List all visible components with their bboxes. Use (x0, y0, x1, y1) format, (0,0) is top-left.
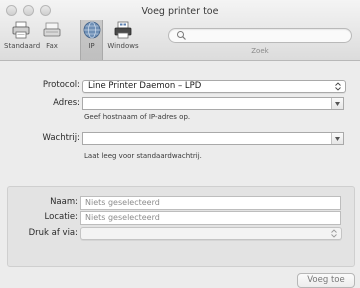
queue-hint: Laat leeg voor standaardwachtrij. (84, 152, 202, 160)
window-title: Voeg printer toe (141, 6, 219, 17)
toolbar-label: Windows (107, 42, 139, 50)
toolbar-item-ip[interactable]: IP (80, 20, 103, 60)
driver-label: Druk af via: (28, 228, 78, 238)
search-label: Zoek (251, 47, 269, 55)
queue-label: Wachtrij: (42, 133, 80, 143)
search-icon (177, 31, 186, 40)
address-hint: Geef hostnaam of IP-adres op. (84, 113, 191, 121)
queue-input[interactable] (85, 133, 329, 144)
toolbar-item-fax[interactable]: Fax (40, 20, 64, 60)
add-printer-window: Voeg printer toe Standaard Fax IP Window… (0, 0, 360, 288)
updown-arrows-icon (331, 229, 337, 238)
toolbar-item-windows[interactable]: Windows (106, 20, 140, 60)
queue-dropdown-button[interactable] (331, 133, 343, 144)
address-dropdown-button[interactable] (331, 98, 343, 109)
updown-arrows-icon (335, 82, 341, 91)
address-combobox[interactable] (82, 97, 344, 110)
fax-icon (43, 22, 61, 37)
name-field[interactable]: Niets geselecteerd (80, 196, 341, 210)
protocol-value: Line Printer Daemon – LPD (88, 81, 202, 91)
name-label: Naam: (50, 197, 78, 207)
globe-icon (83, 21, 100, 39)
title-bar-toolbar: Voeg printer toe Standaard Fax IP Window… (0, 0, 360, 61)
address-input[interactable] (85, 98, 329, 109)
toolbar-label: Standaard (4, 42, 41, 50)
chevron-down-icon (335, 102, 340, 106)
search-field[interactable] (168, 28, 352, 43)
queue-combobox[interactable] (82, 132, 344, 145)
address-label: Adres: (53, 98, 80, 108)
toolbar-label: IP (88, 42, 95, 50)
protocol-popup[interactable]: Line Printer Daemon – LPD (82, 80, 346, 93)
chevron-down-icon (335, 137, 340, 141)
add-printer-button[interactable]: Voeg toe (297, 273, 355, 288)
toolbar-item-standaard[interactable]: Standaard (4, 20, 41, 60)
location-label: Locatie: (44, 212, 78, 222)
protocol-label: Protocol: (42, 80, 80, 90)
location-field[interactable]: Niets geselecteerd (80, 211, 341, 225)
printer-default-icon (12, 21, 30, 39)
toolbar-label: Fax (46, 42, 58, 50)
search-input[interactable] (189, 29, 344, 42)
windows-printer-icon (114, 21, 132, 39)
driver-popup[interactable] (80, 227, 342, 240)
